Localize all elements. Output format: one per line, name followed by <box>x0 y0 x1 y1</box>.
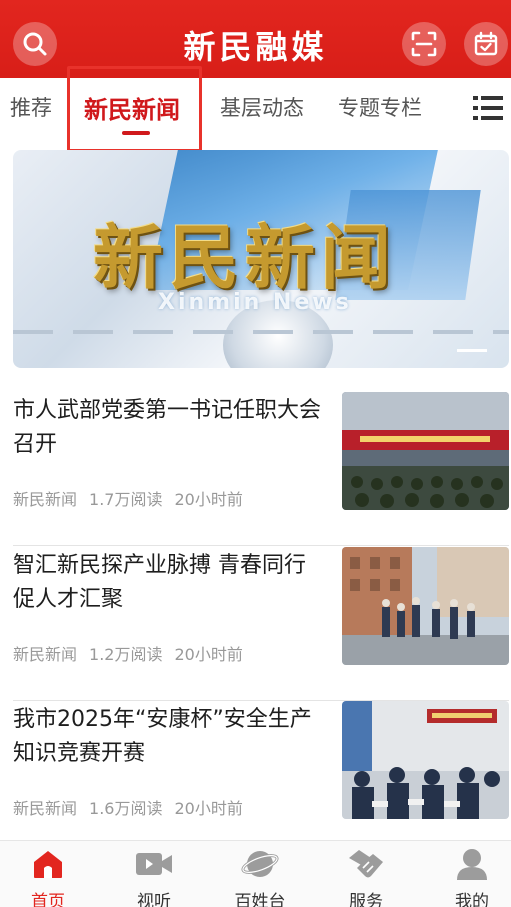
video-icon <box>136 853 172 875</box>
news-thumbnail <box>342 547 509 665</box>
tab-grassroots[interactable]: 基层动态 <box>220 92 304 122</box>
news-time: 20小时前 <box>174 490 243 509</box>
banner-title: 新民新闻 <box>93 216 397 299</box>
nav-community[interactable]: 百姓台 <box>220 847 300 907</box>
nav-service-label: 服务 <box>349 892 383 907</box>
planet-icon <box>241 851 279 877</box>
nav-home[interactable]: 首页 <box>8 847 88 907</box>
scan-icon <box>411 31 437 57</box>
banner-decoration <box>13 330 509 334</box>
news-item[interactable]: 智汇新民探产业脉搏 青春同行促人才汇聚 新民新闻 1.2万阅读 20小时前 <box>13 547 509 701</box>
news-headline: 我市2025年“安康杯”安全生产知识竞赛开赛 <box>13 707 312 766</box>
news-thumbnail <box>342 392 509 510</box>
nav-service[interactable]: 服务 <box>326 847 406 907</box>
nav-community-label: 百姓台 <box>234 892 286 907</box>
app-header: 新民融媒 <box>0 0 511 78</box>
nav-home-label: 首页 <box>31 892 65 907</box>
tab-recommend[interactable]: 推荐 <box>10 92 52 122</box>
news-meta: 新民新闻 1.7万阅读 20小时前 <box>13 486 243 510</box>
calendar-check-icon <box>474 31 498 56</box>
news-time: 20小时前 <box>174 799 243 818</box>
news-headline: 市人武部党委第一书记任职大会召开 <box>13 398 322 457</box>
checkin-button[interactable] <box>464 22 508 66</box>
nav-video-label: 视听 <box>137 892 171 907</box>
news-item[interactable]: 市人武部党委第一书记任职大会召开 新民新闻 1.7万阅读 20小时前 <box>13 392 509 546</box>
news-headline: 智汇新民探产业脉搏 青春同行促人才汇聚 <box>13 553 306 612</box>
tab-topics[interactable]: 专题专栏 <box>338 92 422 122</box>
menu-icon[interactable] <box>473 95 503 121</box>
banner-carousel[interactable]: 新民新闻 Xinmin News <box>13 150 509 368</box>
bottom-navigation: 首页 视听 百姓台 服务 我的 <box>0 840 511 907</box>
news-item[interactable]: 我市2025年“安康杯”安全生产知识竞赛开赛 新民新闻 1.6万阅读 20小时前 <box>13 701 509 855</box>
news-source: 新民新闻 <box>13 490 78 509</box>
user-icon <box>457 849 487 880</box>
nav-profile[interactable]: 我的 <box>432 847 511 907</box>
nav-profile-label: 我的 <box>455 892 489 907</box>
news-source: 新民新闻 <box>13 645 78 664</box>
news-meta: 新民新闻 1.6万阅读 20小时前 <box>13 795 243 819</box>
news-thumbnail <box>342 701 509 819</box>
tab-xinmin-news[interactable]: 新民新闻 <box>84 90 180 125</box>
active-tab-indicator <box>122 131 150 135</box>
nav-video[interactable]: 视听 <box>114 847 194 907</box>
home-icon <box>34 851 62 878</box>
news-reads: 1.2万阅读 <box>89 645 163 664</box>
news-meta: 新民新闻 1.2万阅读 20小时前 <box>13 641 243 665</box>
scan-button[interactable] <box>402 22 446 66</box>
carousel-indicator <box>457 349 487 352</box>
category-tabs: 推荐 新民新闻 基层动态 专题专栏 <box>0 78 511 142</box>
news-reads: 1.7万阅读 <box>89 490 163 509</box>
news-source: 新民新闻 <box>13 799 78 818</box>
handshake-icon <box>349 850 383 878</box>
news-time: 20小时前 <box>174 645 243 664</box>
news-reads: 1.6万阅读 <box>89 799 163 818</box>
banner-subtitle: Xinmin News <box>158 290 352 315</box>
